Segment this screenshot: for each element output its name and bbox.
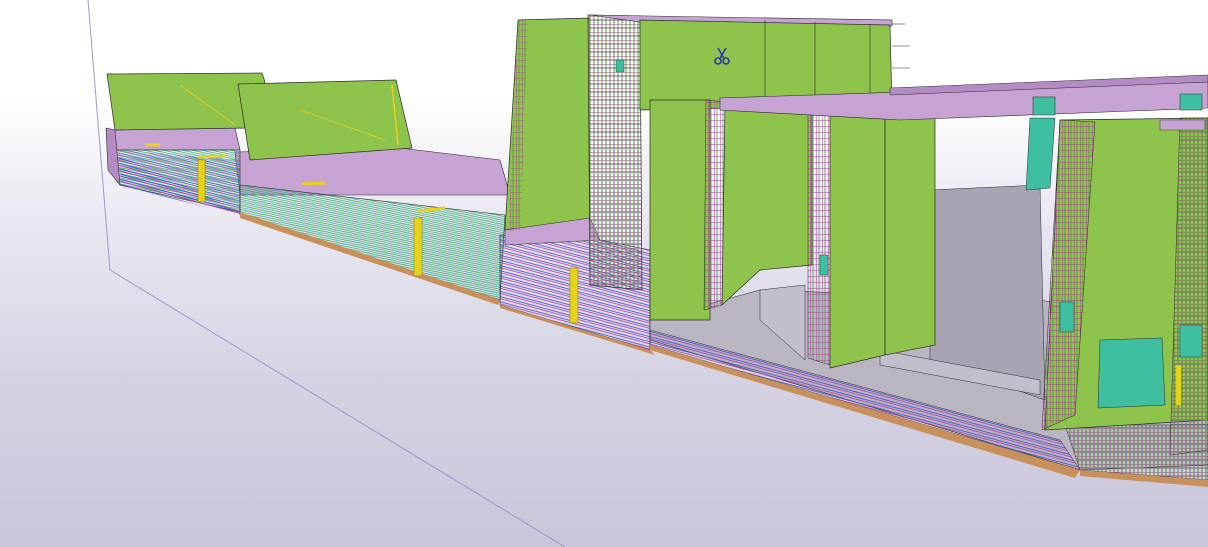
right-chamber-section[interactable] (649, 74, 1208, 487)
model-canvas[interactable] (0, 0, 1208, 547)
3d-model-viewport[interactable] (0, 0, 1208, 547)
left-slab-section[interactable] (105, 72, 511, 305)
